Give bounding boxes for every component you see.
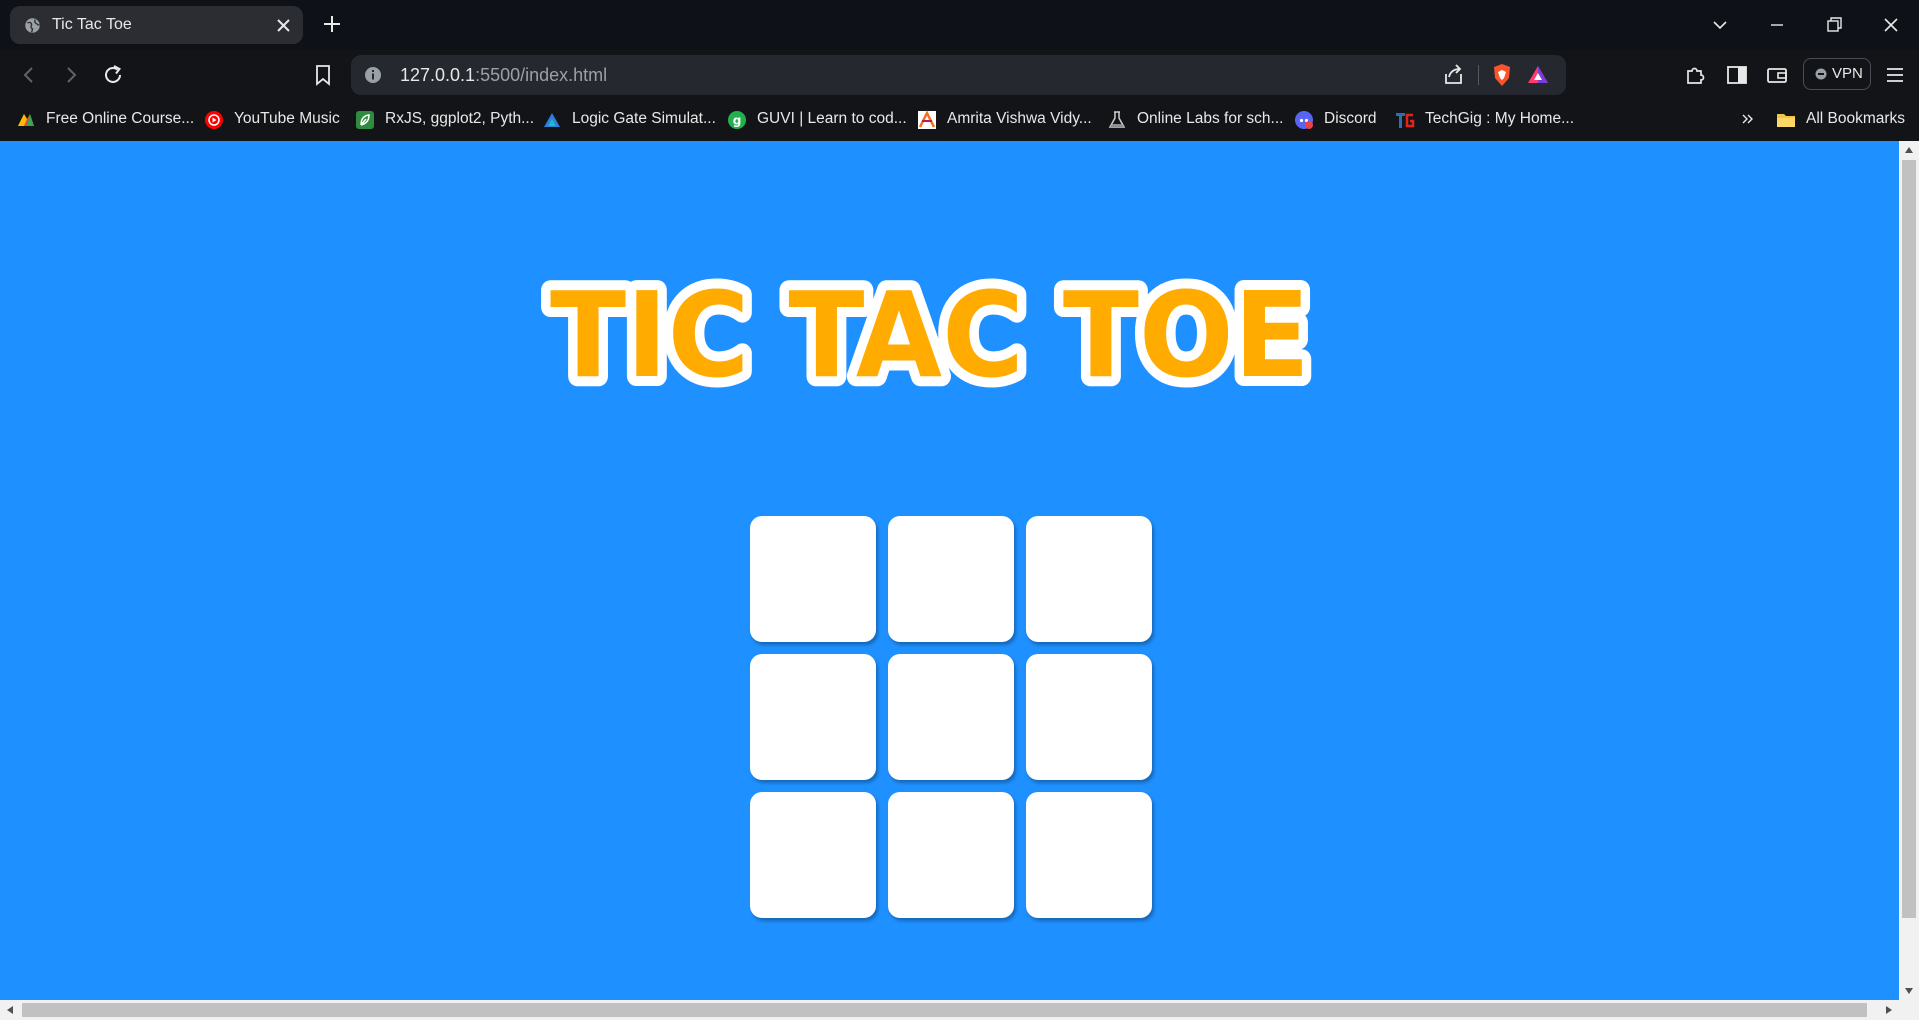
leaf-icon	[356, 111, 374, 129]
brave-rewards-icon[interactable]	[1525, 62, 1551, 88]
tab-title: Tic Tac Toe	[52, 16, 132, 33]
board-cell-2[interactable]	[888, 516, 1014, 642]
page-content: TIC TAC TOE TIC TAC TOE	[0, 141, 1899, 1000]
bookmarks-bar: Free Online Course... YouTube Music RxJS…	[0, 100, 1919, 141]
game-title-fill: TIC TAC TOE	[550, 268, 1310, 404]
new-tab-icon[interactable]	[320, 12, 344, 36]
chevron-down-icon[interactable]	[1705, 10, 1735, 40]
board-cell-3[interactable]	[1026, 516, 1152, 642]
discord-icon	[1295, 111, 1313, 129]
more-bookmarks-button[interactable]	[1741, 108, 1755, 132]
google-analytics-icon	[18, 114, 34, 126]
svg-text:g: g	[733, 114, 742, 128]
horizontal-scrollbar[interactable]	[0, 1000, 1919, 1020]
address-bar[interactable]: 127.0.0.1:5500/index.html	[351, 55, 1566, 95]
url-path: :5500/index.html	[475, 65, 608, 85]
youtube-music-icon	[205, 111, 223, 129]
browser-toolbar: 127.0.0.1:5500/index.html VPN	[0, 50, 1919, 100]
share-icon[interactable]	[1441, 62, 1467, 88]
board-cell-1[interactable]	[750, 516, 876, 642]
globe-icon	[25, 18, 40, 33]
bookmark-label: Logic Gate Simulat...	[572, 110, 716, 127]
browser-tab[interactable]: Tic Tac Toe	[10, 6, 303, 44]
amrita-icon	[918, 110, 936, 129]
minimize-icon[interactable]	[1762, 10, 1792, 40]
wallet-icon[interactable]	[1764, 62, 1790, 88]
board-cell-5[interactable]	[888, 654, 1014, 780]
horizontal-scroll-thumb[interactable]	[22, 1003, 1867, 1017]
logic-gate-icon	[544, 113, 560, 127]
window-close-icon[interactable]	[1876, 10, 1906, 40]
back-icon[interactable]	[16, 62, 42, 88]
board-cell-7[interactable]	[750, 792, 876, 918]
board-cell-8[interactable]	[888, 792, 1014, 918]
close-icon[interactable]	[276, 18, 291, 33]
site-info-icon[interactable]	[364, 66, 382, 84]
menu-icon[interactable]	[1882, 62, 1908, 88]
bookmark-label: Free Online Course...	[46, 110, 195, 127]
tab-strip: Tic Tac Toe	[0, 0, 1919, 50]
bookmark-label: Discord	[1324, 110, 1377, 127]
url-text[interactable]: 127.0.0.1:5500/index.html	[400, 65, 607, 86]
game-board	[750, 516, 1152, 918]
double-chevron-right-icon	[1742, 114, 1753, 124]
extensions-icon[interactable]	[1682, 62, 1708, 88]
brave-shields-icon[interactable]	[1489, 62, 1515, 88]
techgig-icon	[1396, 113, 1415, 128]
scroll-left-icon[interactable]	[5, 1005, 15, 1015]
forward-icon[interactable]	[58, 62, 84, 88]
guvi-icon: g	[728, 111, 746, 129]
bookmark-label: YouTube Music	[234, 110, 340, 127]
bookmark-label: RxJS, ggplot2, Pyth...	[385, 110, 535, 127]
vpn-label: VPN	[1832, 65, 1863, 82]
board-cell-4[interactable]	[750, 654, 876, 780]
scroll-up-icon[interactable]	[1904, 145, 1914, 155]
vpn-status-icon	[1815, 68, 1827, 80]
bookmark-label: Amrita Vishwa Vidy...	[947, 110, 1092, 127]
scroll-down-icon[interactable]	[1904, 986, 1914, 996]
url-host: 127.0.0.1	[400, 65, 476, 85]
folder-icon	[1777, 114, 1795, 127]
board-cell-6[interactable]	[1026, 654, 1152, 780]
divider	[1478, 65, 1479, 85]
scroll-right-icon[interactable]	[1884, 1005, 1894, 1015]
vertical-scroll-thumb[interactable]	[1902, 160, 1916, 918]
bookmark-label: GUVI | Learn to cod...	[757, 110, 907, 127]
restore-icon[interactable]	[1819, 10, 1849, 40]
bookmark-label: All Bookmarks	[1806, 110, 1906, 127]
board-cell-9[interactable]	[1026, 792, 1152, 918]
reload-icon[interactable]	[100, 62, 126, 88]
bookmark-icon[interactable]	[310, 62, 336, 88]
sidebar-icon[interactable]	[1724, 62, 1750, 88]
game-title: TIC TAC TOE TIC TAC TOE	[540, 268, 1320, 408]
bookmark-label: TechGig : My Home...	[1425, 110, 1575, 127]
bookmark-label: Online Labs for sch...	[1137, 110, 1284, 127]
vertical-scrollbar[interactable]	[1899, 141, 1919, 1000]
vpn-button[interactable]: VPN	[1803, 58, 1871, 90]
labs-icon	[1108, 111, 1126, 128]
